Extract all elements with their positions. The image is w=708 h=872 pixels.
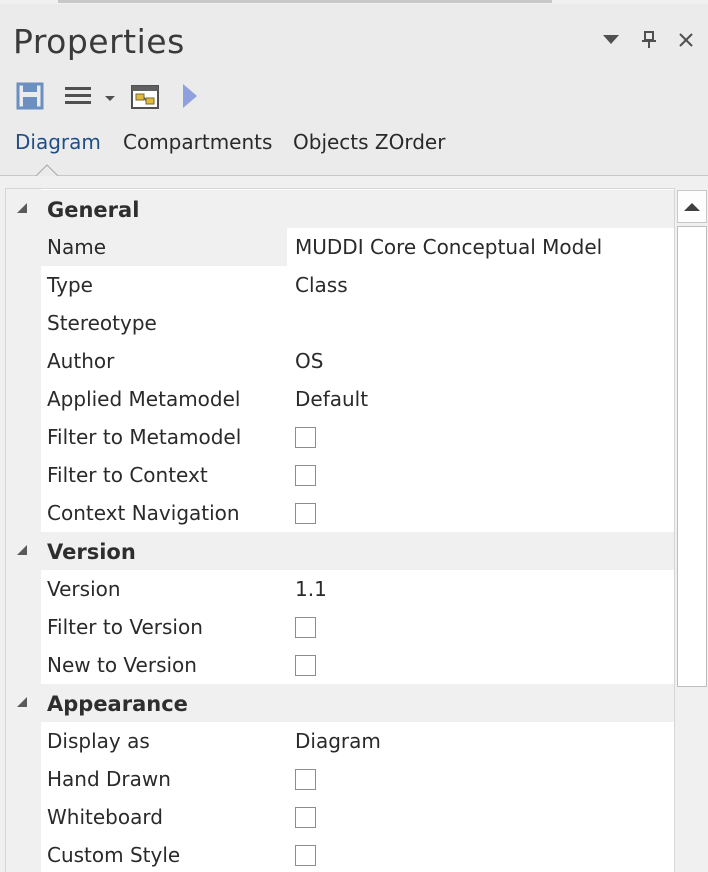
property-row-filter-to-metamodel: Filter to Metamodel (6, 418, 674, 456)
property-row-display-as: Display as Diagram (6, 722, 674, 760)
new-to-version-checkbox[interactable] (295, 654, 316, 676)
collapse-arrow-icon[interactable] (16, 544, 28, 556)
checkbox-cell (287, 608, 672, 646)
property-label: Whiteboard (47, 805, 163, 829)
panel-title: Properties (13, 22, 185, 61)
property-row-new-to-version: New to Version (6, 646, 674, 684)
checkbox-cell (287, 456, 672, 494)
hamburger-menu-button[interactable] (62, 80, 120, 112)
version-value[interactable]: 1.1 (287, 570, 672, 608)
tab-compartments[interactable]: Compartments (123, 130, 272, 154)
type-value[interactable]: Class (287, 266, 672, 304)
property-row-author: Author OS (6, 342, 674, 380)
top-divider (58, 0, 552, 3)
panel-title-bar: Properties (0, 4, 708, 72)
scroll-up-button[interactable] (677, 190, 707, 223)
active-tab-indicator (36, 164, 58, 176)
scroll-up-arrow-icon (684, 202, 700, 211)
property-row-context-navigation: Context Navigation (6, 494, 674, 532)
property-label: Filter to Version (47, 615, 203, 639)
property-label: Hand Drawn (47, 767, 171, 791)
property-label: Filter to Metamodel (47, 425, 242, 449)
property-row-name: Name MUDDI Core Conceptual Model (6, 228, 674, 266)
property-row-version: Version 1.1 (6, 570, 674, 608)
applied-metamodel-value[interactable]: Default (287, 380, 672, 418)
property-label: Context Navigation (47, 501, 240, 525)
context-navigation-checkbox[interactable] (295, 502, 316, 524)
property-row-type: Type Class (6, 266, 674, 304)
collapse-arrow-icon[interactable] (16, 202, 28, 214)
filter-to-metamodel-checkbox[interactable] (295, 426, 316, 448)
dropdown-arrow-icon[interactable] (597, 26, 625, 54)
property-label: Type (47, 273, 93, 297)
save-icon[interactable] (14, 80, 46, 112)
play-icon[interactable] (178, 80, 202, 112)
section-version[interactable]: Version (6, 532, 674, 570)
property-row-stereotype: Stereotype (6, 304, 674, 342)
author-value[interactable]: OS (287, 342, 672, 380)
checkbox-cell (287, 646, 672, 684)
property-grid: General Name MUDDI Core Conceptual Model… (5, 188, 674, 872)
section-appearance[interactable]: Appearance (6, 684, 674, 722)
hand-drawn-checkbox[interactable] (295, 768, 316, 790)
checkbox-cell (287, 798, 672, 836)
toolbar (0, 72, 708, 120)
property-label: New to Version (47, 653, 197, 677)
filter-to-version-checkbox[interactable] (295, 616, 316, 638)
property-row-whiteboard: Whiteboard (6, 798, 674, 836)
property-row-filter-to-context: Filter to Context (6, 456, 674, 494)
checkbox-cell (287, 418, 672, 456)
property-row-custom-style: Custom Style (6, 836, 674, 872)
stereotype-value[interactable] (287, 304, 672, 342)
section-label: Version (47, 540, 136, 564)
property-label: Name (41, 228, 287, 266)
checkbox-cell (287, 760, 672, 798)
scrollbar-thumb[interactable] (677, 226, 707, 687)
section-general[interactable]: General (6, 190, 674, 228)
diagram-properties-icon[interactable] (128, 80, 162, 112)
close-icon[interactable] (672, 26, 700, 54)
collapse-arrow-icon[interactable] (16, 696, 28, 708)
property-row-hand-drawn: Hand Drawn (6, 760, 674, 798)
property-label: Applied Metamodel (47, 387, 241, 411)
property-label: Stereotype (47, 311, 157, 335)
name-value[interactable]: MUDDI Core Conceptual Model (287, 228, 672, 266)
section-label: General (47, 198, 140, 222)
property-label: Custom Style (47, 843, 181, 867)
property-row-applied-metamodel: Applied Metamodel Default (6, 380, 674, 418)
checkbox-cell (287, 494, 672, 532)
tab-objects-zorder[interactable]: Objects ZOrder (293, 130, 445, 154)
tab-diagram[interactable]: Diagram (15, 130, 101, 154)
property-label: Version (47, 577, 121, 601)
vertical-scrollbar[interactable] (674, 188, 708, 872)
whiteboard-checkbox[interactable] (295, 806, 316, 828)
custom-style-checkbox[interactable] (295, 844, 316, 866)
property-label: Author (47, 349, 115, 373)
filter-to-context-checkbox[interactable] (295, 464, 316, 486)
property-label: Display as (47, 729, 150, 753)
pin-icon[interactable] (635, 26, 663, 54)
property-row-filter-to-version: Filter to Version (6, 608, 674, 646)
checkbox-cell (287, 836, 672, 872)
display-as-value[interactable]: Diagram (287, 722, 672, 760)
section-label: Appearance (47, 692, 188, 716)
tab-bar: Diagram Compartments Objects ZOrder (0, 120, 708, 176)
property-label: Filter to Context (47, 463, 208, 487)
